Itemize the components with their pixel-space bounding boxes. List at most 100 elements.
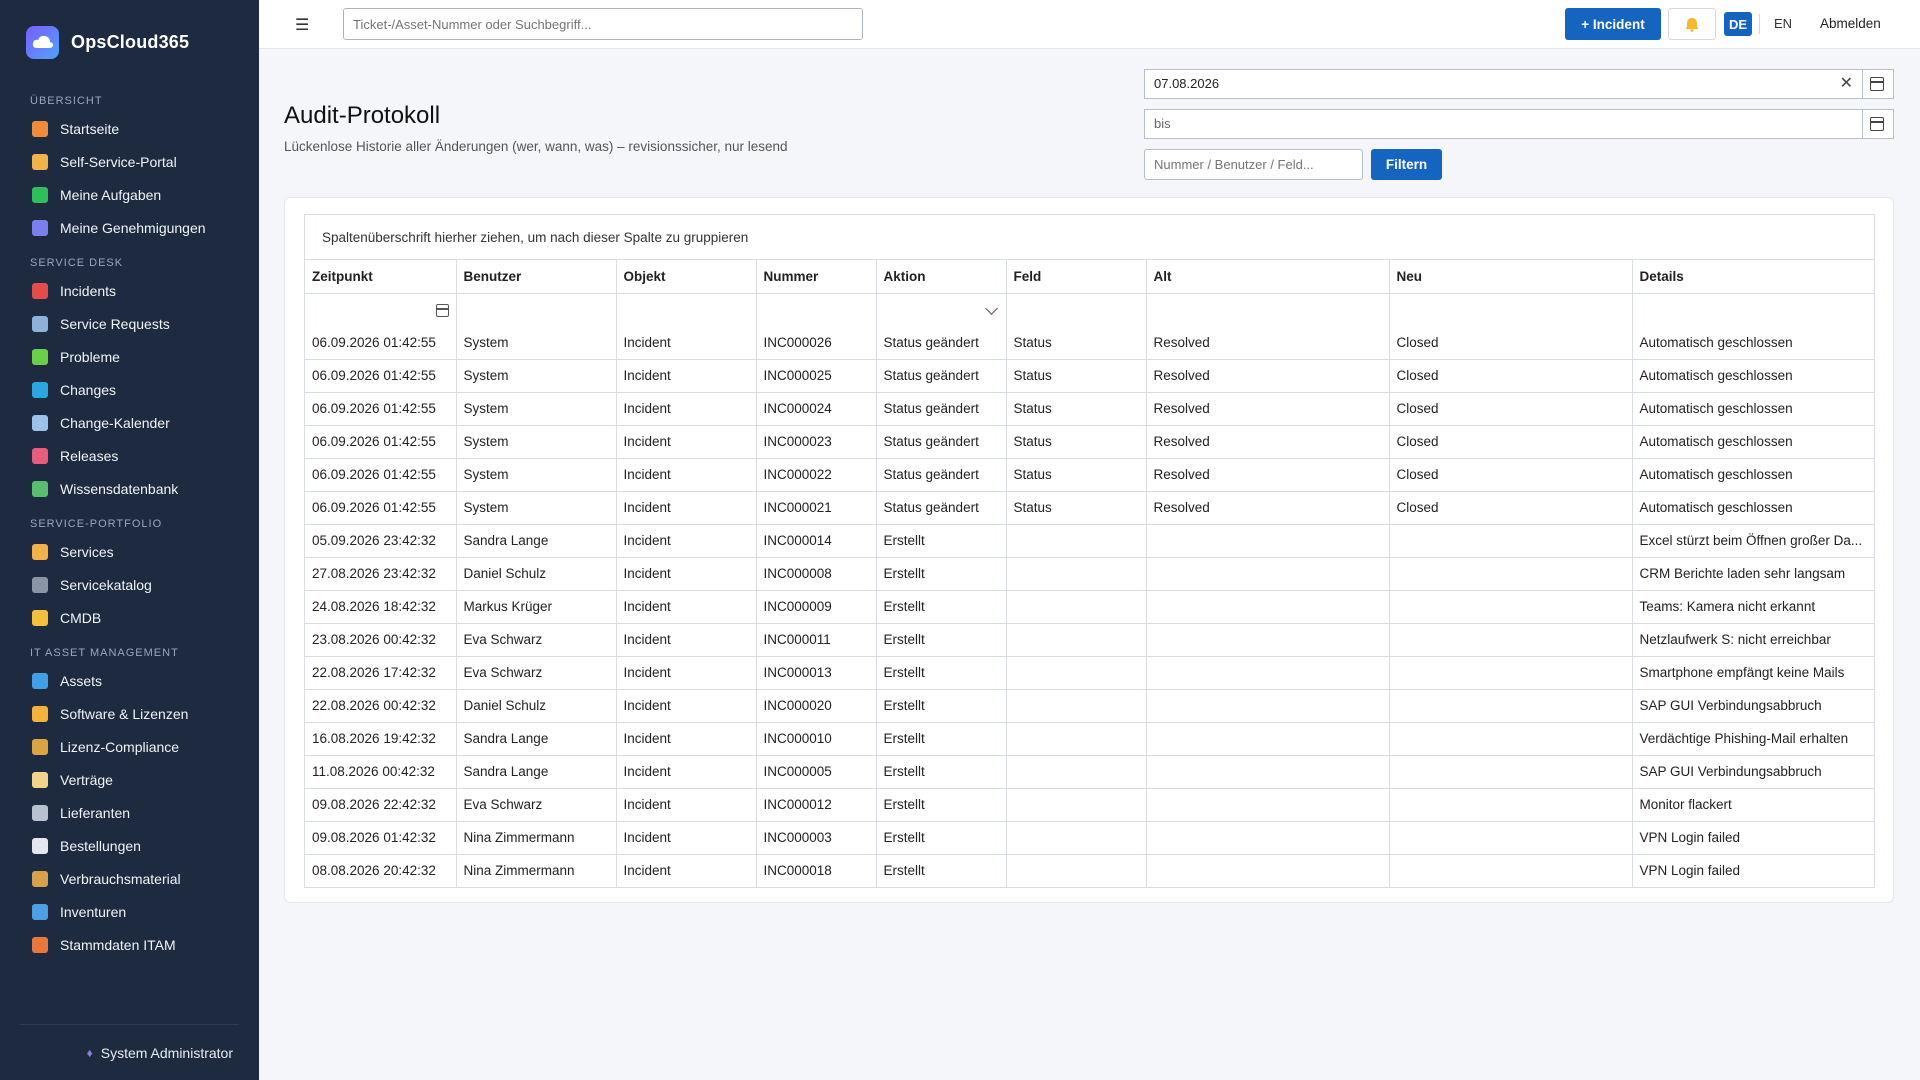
column-header[interactable]: Aktion [876, 260, 1007, 294]
table-cell [1146, 656, 1390, 690]
column-header[interactable]: Feld [1006, 260, 1147, 294]
clear-date-icon[interactable]: ✕ [1840, 70, 1853, 98]
table-row[interactable]: 06.09.2026 01:42:55 System Incident INC0000… [305, 425, 1874, 459]
ticket-number-link[interactable]: INC000020 [756, 689, 877, 723]
filter-cell-neu[interactable] [1389, 293, 1633, 326]
sidebar-item[interactable]: Wissensdatenbank [0, 472, 259, 505]
sidebar-item[interactable]: Stammdaten ITAM [0, 928, 259, 961]
filter-cell-nummer[interactable] [756, 293, 877, 326]
sidebar-item[interactable]: Verträge [0, 763, 259, 796]
sidebar-item[interactable]: Incidents [0, 274, 259, 307]
filter-button[interactable]: Filtern [1371, 149, 1442, 180]
table-row[interactable]: 06.09.2026 01:42:55 System Incident INC0000… [305, 392, 1874, 426]
ticket-number-link[interactable]: INC000009 [756, 590, 877, 624]
table-row[interactable]: 23.08.2026 00:42:32 Eva Schwarz Incident IN… [305, 623, 1874, 657]
date-to-field[interactable]: bis [1144, 109, 1894, 139]
ticket-number-link[interactable]: INC000021 [756, 491, 877, 525]
sidebar-item[interactable]: Meine Aufgaben [0, 178, 259, 211]
new-incident-button[interactable]: + Incident [1565, 8, 1661, 40]
ticket-number-link[interactable]: INC000008 [756, 557, 877, 591]
calendar-icon[interactable] [1870, 77, 1884, 91]
column-header[interactable]: Neu [1389, 260, 1633, 294]
filter-cell-objekt[interactable] [616, 293, 757, 326]
brand[interactable]: OpsCloud365 [0, 0, 259, 84]
group-panel[interactable]: Spaltenüberschrift hierher ziehen, um na… [305, 215, 1874, 260]
document-icon [32, 771, 48, 788]
ticket-number-link[interactable]: INC000018 [756, 854, 877, 887]
column-header[interactable]: Objekt [616, 260, 757, 294]
filter-cell-zeitpunkt[interactable] [305, 293, 457, 326]
sidebar-item[interactable]: Software & Lizenzen [0, 697, 259, 730]
table-row[interactable]: 06.09.2026 01:42:55 System Incident INC0000… [305, 491, 1874, 525]
user-profile[interactable]: ♦ System Administrator [20, 1024, 239, 1080]
chevron-down-icon[interactable] [984, 302, 998, 316]
table-row[interactable]: 09.08.2026 22:42:32 Eva Schwarz Incident IN… [305, 788, 1874, 822]
sidebar-item[interactable]: Inventuren [0, 895, 259, 928]
ticket-number-link[interactable]: INC000010 [756, 722, 877, 756]
ticket-number-link[interactable]: INC000011 [756, 623, 877, 657]
table-row[interactable]: 24.08.2026 18:42:32 Markus Krüger Incident… [305, 590, 1874, 624]
column-header[interactable]: Benutzer [456, 260, 617, 294]
table-cell: Status geändert [876, 392, 1007, 426]
sidebar-item[interactable]: Bestellungen [0, 829, 259, 862]
logout-link[interactable]: Abmelden [1820, 16, 1881, 31]
sidebar-item[interactable]: Changes [0, 373, 259, 406]
filter-cell-aktion[interactable] [876, 293, 1007, 326]
calendar-icon[interactable] [435, 304, 449, 318]
language-de-button[interactable]: DE [1724, 12, 1752, 36]
ticket-number-link[interactable]: INC000013 [756, 656, 877, 690]
checkbox-icon [32, 186, 48, 203]
table-row[interactable]: 06.09.2026 01:42:55 System Incident INC0000… [305, 458, 1874, 492]
global-search-input[interactable] [343, 8, 863, 40]
table-row[interactable]: 08.08.2026 20:42:32 Nina Zimmermann Incide… [305, 854, 1874, 887]
filter-cell-feld[interactable] [1006, 293, 1147, 326]
sidebar-item[interactable]: Self-Service-Portal [0, 145, 259, 178]
table-row[interactable]: 05.09.2026 23:42:32 Sandra Lange Incident I… [305, 524, 1874, 558]
column-header[interactable]: Details [1632, 260, 1874, 294]
column-header[interactable]: Nummer [756, 260, 877, 294]
ticket-number-link[interactable]: INC000025 [756, 359, 877, 393]
calendar-icon[interactable] [1870, 117, 1884, 131]
table-cell: 09.08.2026 22:42:32 [305, 788, 457, 822]
sidebar-item[interactable]: Startseite [0, 112, 259, 145]
ticket-number-link[interactable]: INC000014 [756, 524, 877, 558]
sidebar-item[interactable]: Lizenz-Compliance [0, 730, 259, 763]
ticket-number-link[interactable]: INC000003 [756, 821, 877, 855]
sidebar-item[interactable]: Lieferanten [0, 796, 259, 829]
ticket-number-link[interactable]: INC000012 [756, 788, 877, 822]
table-row[interactable]: 06.09.2026 01:42:55 System Incident INC0000… [305, 359, 1874, 393]
date-from-field[interactable]: 07.08.2026 ✕ [1144, 69, 1894, 99]
table-row[interactable]: 22.08.2026 00:42:32 Daniel Schulz Incident… [305, 689, 1874, 723]
sidebar-item[interactable]: CMDB [0, 601, 259, 634]
sidebar-item[interactable]: Servicekatalog [0, 568, 259, 601]
table-row[interactable]: 22.08.2026 17:42:32 Eva Schwarz Incident IN… [305, 656, 1874, 690]
table-row[interactable]: 11.08.2026 00:42:32 Sandra Lange Incident I… [305, 755, 1874, 789]
sidebar-item-label: Change-Kalender [60, 414, 170, 431]
sidebar-item[interactable]: Probleme [0, 340, 259, 373]
ticket-number-link[interactable]: INC000024 [756, 392, 877, 426]
table-row[interactable]: 27.08.2026 23:42:32 Daniel Schulz Incident… [305, 557, 1874, 591]
ticket-number-link[interactable]: INC000026 [756, 326, 877, 360]
sidebar-item[interactable]: Service Requests [0, 307, 259, 340]
ticket-number-link[interactable]: INC000005 [756, 755, 877, 789]
filter-input[interactable] [1144, 149, 1363, 180]
filter-cell-alt[interactable] [1146, 293, 1390, 326]
filter-cell-benutzer[interactable] [456, 293, 617, 326]
table-row[interactable]: 06.09.2026 01:42:55 System Incident INC0000… [305, 326, 1874, 360]
sidebar-item[interactable]: Services [0, 535, 259, 568]
menu-toggle-icon[interactable]: ☰ [295, 15, 309, 34]
column-header[interactable]: Alt [1146, 260, 1390, 294]
ticket-number-link[interactable]: INC000022 [756, 458, 877, 492]
sidebar-item[interactable]: Change-Kalender [0, 406, 259, 439]
table-row[interactable]: 16.08.2026 19:42:32 Sandra Lange Incident I… [305, 722, 1874, 756]
ticket-number-link[interactable]: INC000023 [756, 425, 877, 459]
language-en-button[interactable]: EN [1774, 16, 1792, 31]
table-row[interactable]: 09.08.2026 01:42:32 Nina Zimmermann Incide… [305, 821, 1874, 855]
sidebar-item[interactable]: Assets [0, 664, 259, 697]
sidebar-item[interactable]: Releases [0, 439, 259, 472]
sidebar-item[interactable]: Verbrauchsmaterial [0, 862, 259, 895]
column-header[interactable]: Zeitpunkt [305, 260, 457, 294]
filter-cell-details[interactable] [1632, 293, 1874, 326]
sidebar-item[interactable]: Meine Genehmigungen [0, 211, 259, 244]
notifications-button[interactable] [1668, 8, 1716, 40]
